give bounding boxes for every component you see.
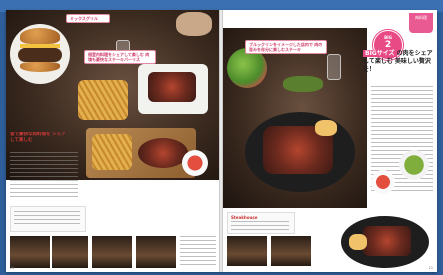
- caption-text-bottom: [180, 236, 216, 266]
- badge-number: 2: [384, 40, 392, 50]
- left-page: 個室内料理をシェアして楽しむ 肉塊も豪快なステーキバーリス ミックスグリル 皆で…: [6, 10, 219, 272]
- interior-photo-2: [52, 236, 88, 268]
- side-bowl-red: [371, 170, 395, 194]
- shop-info-lines-right: [231, 221, 289, 231]
- food-photo-steak-table: [223, 28, 367, 208]
- cast-iron-skillet: [245, 112, 355, 192]
- grilled-meat: [138, 138, 188, 168]
- photo-caption-top: ミックスグリル: [66, 14, 110, 23]
- skillet-bottom: [341, 216, 429, 268]
- interior-photo-3: [92, 236, 132, 268]
- corner-tag-label: 肉料理: [415, 15, 427, 20]
- magazine-spread: 個室内料理をシェアして楽しむ 肉塊も豪快なステーキバーリス ミックスグリル 皆で…: [6, 10, 437, 272]
- right-page: ブルックリンをイメージした店内で 肉の旨みを存分に楽しむステーキ 肉料理 BIG…: [223, 10, 437, 272]
- interior-photo-1: [10, 236, 50, 268]
- potatoes-bottom: [349, 234, 367, 250]
- title-highlight: BIGサイズ: [363, 50, 397, 57]
- burger-bottom-bun: [20, 62, 60, 72]
- headline-text: 皆で豪快な肉料理を シェアして楽しむ: [10, 132, 66, 143]
- interior-photo-6: [271, 236, 311, 266]
- salad-bowl: [227, 48, 267, 88]
- side-greens: [283, 76, 323, 92]
- shop-name: Steakhouse: [231, 215, 258, 220]
- side-bowl-green: [399, 150, 429, 180]
- wooden-board: [86, 128, 196, 178]
- burger-bun: [20, 28, 60, 44]
- left-headline: 皆で豪快な肉料理を シェアして楽しむ: [10, 132, 70, 152]
- shop-info-box-right: Steakhouse: [227, 212, 295, 234]
- right-folio: 21: [428, 266, 433, 270]
- burger-patty: [18, 48, 62, 62]
- skillet-photo-bottom: [333, 210, 433, 270]
- wine-glass: [327, 54, 341, 80]
- fries-plate: [78, 80, 128, 120]
- hand-reaching: [176, 12, 212, 36]
- feature-title: BIGサイズ の肉をシェアして楽しむ 美味しい贅沢を！: [363, 50, 433, 74]
- photo-caption-right: ブルックリンをイメージした店内で 肉の旨みを存分に楽しむステーキ: [245, 40, 327, 54]
- sliced-steak: [148, 72, 196, 102]
- photo-caption-left: 個室内料理をシェアして楽しむ 肉塊も豪快なステーキバーリス: [84, 50, 156, 64]
- shop-info-box: [10, 206, 86, 232]
- left-folio: 20: [10, 266, 15, 270]
- section-corner-tag: 肉料理: [409, 13, 433, 33]
- sauce-bowl: [182, 150, 208, 176]
- white-plate: [138, 64, 208, 114]
- body-text-left: [10, 152, 78, 198]
- interior-photo-5: [227, 236, 267, 266]
- shop-info-lines: [14, 211, 80, 227]
- steak-bottom: [363, 226, 411, 256]
- interior-photo-4: [136, 236, 176, 268]
- roasted-potato: [315, 120, 337, 136]
- fries-pile: [92, 134, 132, 170]
